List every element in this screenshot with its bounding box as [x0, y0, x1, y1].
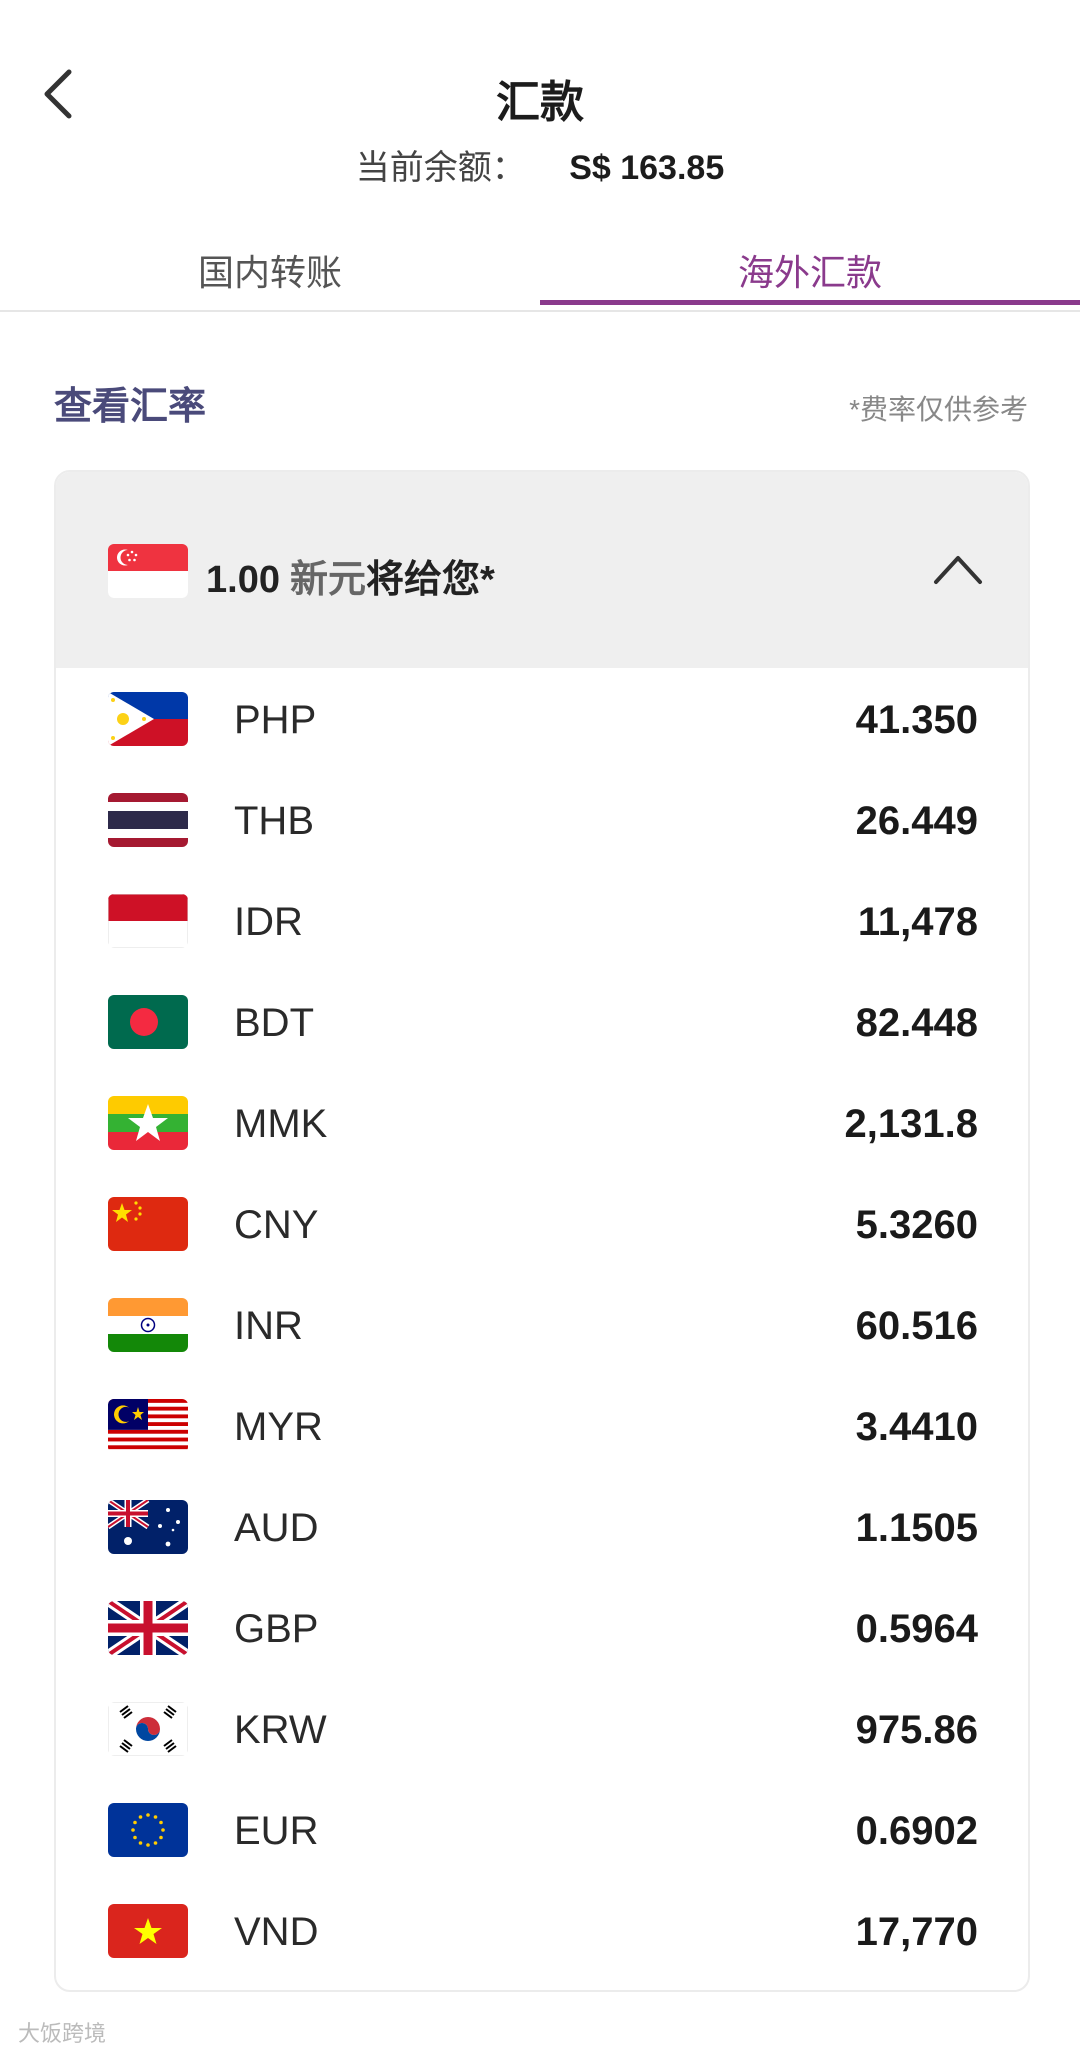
active-tab-indicator [540, 300, 1080, 305]
rate-row-php: PHP 41.350 [56, 668, 1028, 769]
balance-label: 当前余额： [355, 149, 526, 187]
currency-code: IDR [234, 900, 303, 944]
uk-flag-icon [108, 1601, 188, 1655]
balance-value: S$ 163.85 [569, 149, 725, 187]
currency-code: PHP [234, 698, 317, 742]
thailand-flag-icon [108, 793, 188, 847]
tab-domestic-transfer[interactable]: 国内转账 [0, 230, 540, 310]
currency-code: EUR [234, 1809, 319, 1853]
china-flag-icon [108, 1197, 188, 1251]
currency-code: AUD [234, 1506, 319, 1550]
malaysia-flag-icon [108, 1399, 188, 1453]
rate-value: 82.448 [855, 1001, 978, 1045]
rate-value: 3.4410 [855, 1405, 978, 1449]
eu-flag-icon [108, 1803, 188, 1857]
exchange-rate-card: 1.00 新元将给您* PHP 41.350 THB 26.449 IDR 11… [54, 470, 1030, 1992]
currency-code: KRW [234, 1708, 327, 1752]
rate-row-idr: IDR 11,478 [56, 870, 1028, 971]
section-title: 查看汇率 [54, 386, 207, 428]
rate-disclaimer: *费率仅供参考 [849, 394, 1028, 425]
currency-code: MYR [234, 1405, 323, 1449]
korea-flag-icon [108, 1702, 188, 1756]
base-currency: 新元 [289, 559, 366, 601]
rate-row-gbp: GBP 0.5964 [56, 1577, 1028, 1678]
rate-row-vnd: VND 17,770 [56, 1880, 1028, 1981]
currency-code: MMK [234, 1102, 328, 1146]
base-suffix: 将给您* [365, 559, 495, 601]
rate-value: 17,770 [855, 1910, 978, 1954]
currency-code: GBP [234, 1607, 319, 1651]
rate-card-header[interactable]: 1.00 新元将给您* [56, 472, 1028, 668]
rate-row-bdt: BDT 82.448 [56, 971, 1028, 1072]
rate-row-aud: AUD 1.1505 [56, 1476, 1028, 1577]
rate-value: 26.449 [855, 799, 978, 843]
page-title: 汇款 [496, 78, 584, 127]
rate-value: 975.86 [855, 1708, 978, 1752]
balance-display: 当前余额： S$ 163.85 [0, 140, 1080, 189]
rate-row-cny: CNY 5.3260 [56, 1173, 1028, 1274]
rate-value: 0.5964 [855, 1607, 978, 1651]
rate-row-eur: EUR 0.6902 [56, 1779, 1028, 1880]
watermark: 大饭跨境 [18, 2021, 107, 2046]
australia-flag-icon [108, 1500, 188, 1554]
rate-value: 5.3260 [855, 1203, 978, 1247]
currency-code: INR [234, 1304, 303, 1348]
rate-row-thb: THB 26.449 [56, 769, 1028, 870]
rate-row-inr: INR 60.516 [56, 1274, 1028, 1375]
currency-code: THB [234, 799, 314, 843]
bangladesh-flag-icon [108, 995, 188, 1049]
tab-overseas-remittance[interactable]: 海外汇款 [540, 230, 1080, 310]
currency-code: CNY [234, 1203, 319, 1247]
rate-value: 41.350 [855, 698, 978, 742]
rate-row-krw: KRW 975.86 [56, 1678, 1028, 1779]
base-amount: 1.00 [206, 559, 280, 601]
vietnam-flag-icon [108, 1904, 188, 1958]
rate-value: 0.6902 [855, 1809, 978, 1853]
myanmar-flag-icon [108, 1096, 188, 1150]
chevron-up-icon[interactable] [932, 548, 984, 588]
india-flag-icon [108, 1298, 188, 1352]
rate-row-mmk: MMK 2,131.8 [56, 1072, 1028, 1173]
rate-value: 1.1505 [855, 1506, 978, 1550]
currency-code: BDT [234, 1001, 314, 1045]
rate-value: 60.516 [855, 1304, 978, 1348]
currency-code: VND [234, 1910, 319, 1954]
singapore-flag-icon [108, 544, 188, 598]
rate-value: 2,131.8 [844, 1102, 978, 1146]
base-amount-text: 1.00 新元将给您* [206, 548, 495, 603]
rate-value: 11,478 [857, 900, 978, 944]
philippines-flag-icon [108, 692, 188, 746]
indonesia-flag-icon [108, 894, 188, 948]
rate-row-myr: MYR 3.4410 [56, 1375, 1028, 1476]
rate-list: PHP 41.350 THB 26.449 IDR 11,478 BDT 82.… [56, 668, 1028, 1981]
